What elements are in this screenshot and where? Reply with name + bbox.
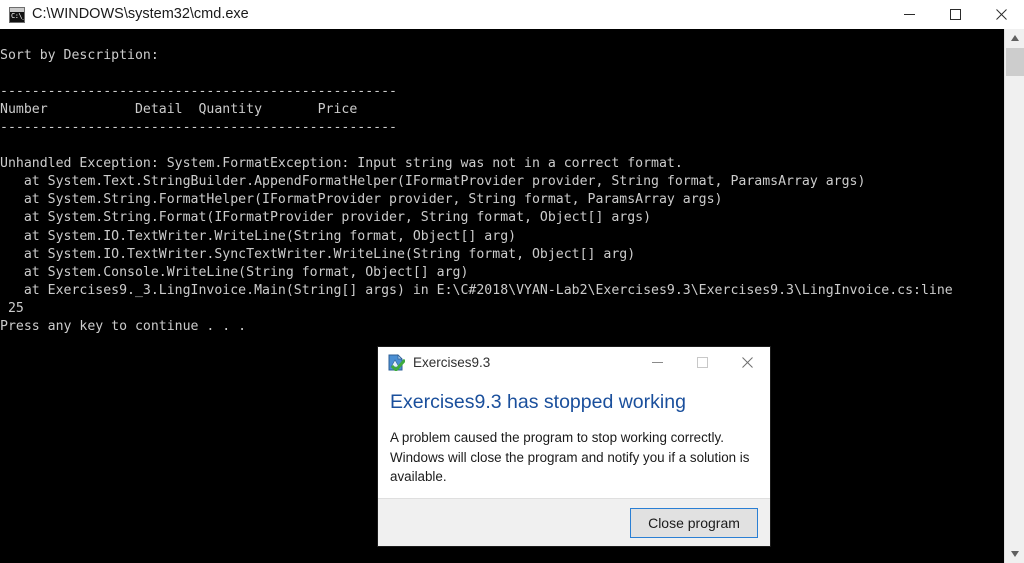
dialog-heading: Exercises9.3 has stopped working <box>390 390 770 414</box>
close-program-button[interactable]: Close program <box>630 508 758 538</box>
console-title-text: C:\WINDOWS\system32\cmd.exe <box>32 0 249 29</box>
dialog-title-bar[interactable]: Exercises9.3 <box>378 347 770 378</box>
dialog-minimize-icon[interactable] <box>635 347 680 378</box>
app-icon <box>388 354 405 371</box>
close-icon[interactable] <box>978 0 1024 29</box>
console-scrollbar[interactable] <box>1004 29 1024 563</box>
console-window-controls <box>886 0 1024 29</box>
minimize-icon[interactable] <box>886 0 932 29</box>
dialog-window-controls <box>635 347 770 378</box>
dialog-message: A problem caused the program to stop wor… <box>390 428 756 487</box>
dialog-footer: Close program <box>378 498 770 546</box>
dialog-title-text: Exercises9.3 <box>413 355 490 370</box>
cmd-icon: C:\_ <box>9 7 25 23</box>
dialog-close-icon[interactable] <box>725 347 770 378</box>
scrollbar-thumb[interactable] <box>1006 48 1024 76</box>
scroll-down-icon[interactable] <box>1005 545 1024 563</box>
maximize-icon[interactable] <box>932 0 978 29</box>
console-title-bar[interactable]: C:\_ C:\WINDOWS\system32\cmd.exe <box>0 0 1024 29</box>
console-output-text: Sort by Description: -------------------… <box>0 29 953 336</box>
console-bottom-strip <box>0 553 1004 563</box>
error-dialog: Exercises9.3 Exercises9.3 has stopped wo… <box>377 346 771 547</box>
dialog-maximize-icon <box>680 347 725 378</box>
scroll-up-icon[interactable] <box>1005 29 1024 47</box>
